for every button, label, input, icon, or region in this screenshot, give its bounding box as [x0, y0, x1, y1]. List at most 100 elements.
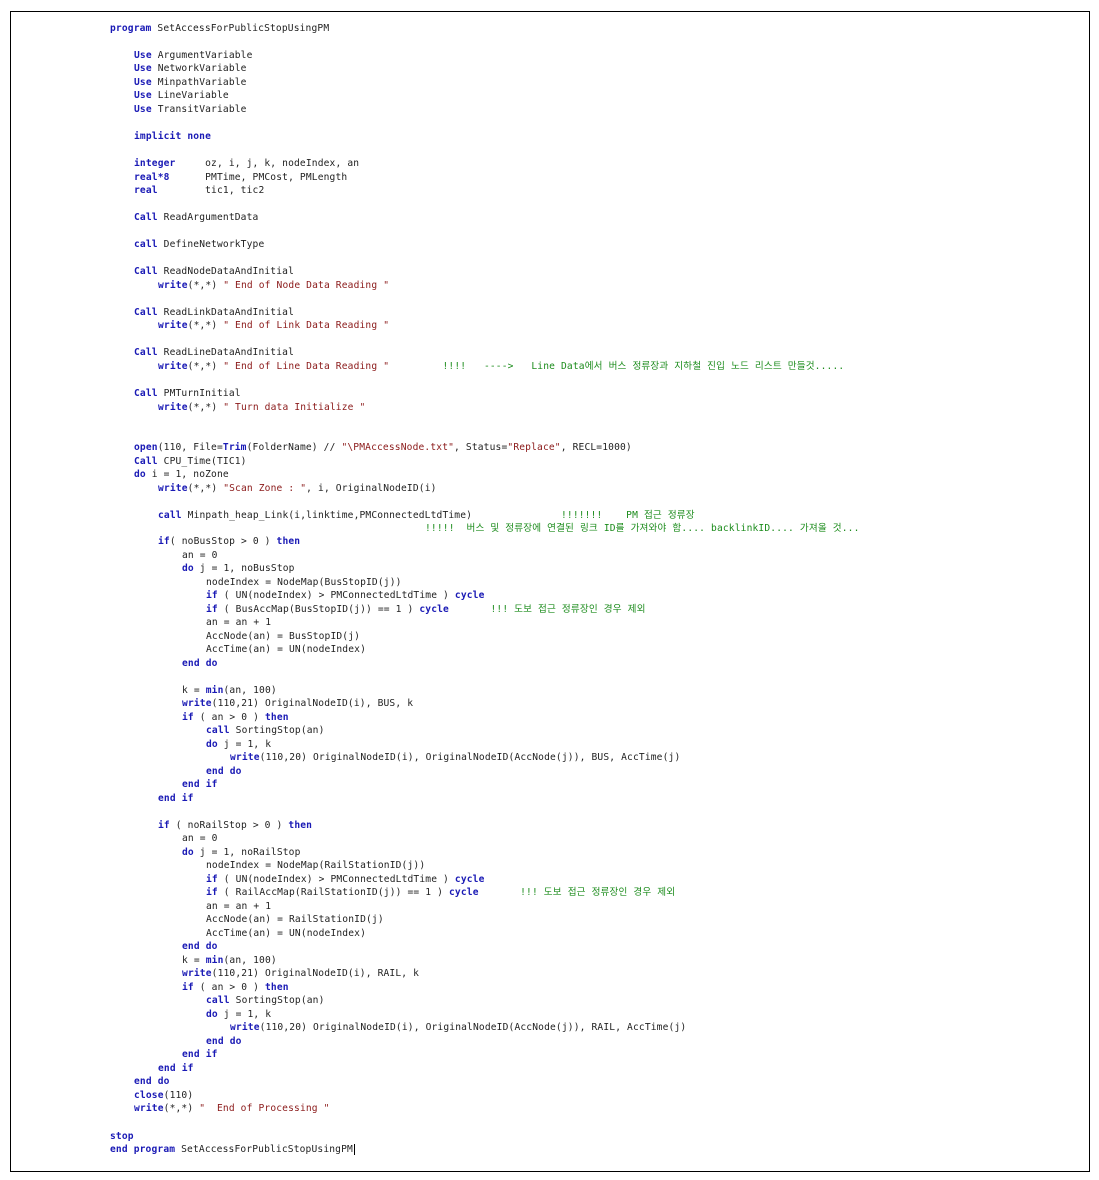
- code-line: write(110,21) OriginalNodeID(i), BUS, k: [182, 697, 413, 710]
- code-text: SetAccessForPublicStopUsingPM: [175, 1144, 353, 1155]
- code-line: Use MinpathVariable: [134, 76, 247, 89]
- code-line: if ( BusAccMap(BusStopID(j)) == 1 ) cycl…: [206, 603, 646, 616]
- code-text: (FolderName) //: [246, 442, 342, 453]
- code-keyword: if: [206, 590, 218, 601]
- code-text: k =: [182, 685, 206, 696]
- code-line: real tic1, tic2: [134, 184, 264, 197]
- code-keyword: Use: [134, 50, 152, 61]
- code-text: j = 1, noBusStop: [193, 563, 295, 574]
- code-text: ( noRailStop > 0 ): [169, 820, 289, 831]
- code-string: "\PMAccessNode.txt": [341, 442, 455, 453]
- code-text: , Status=: [454, 442, 508, 453]
- code-line: end do: [206, 1035, 242, 1048]
- code-line: AccTime(an) = UN(nodeIndex): [206, 927, 366, 940]
- code-line: end do: [206, 765, 242, 778]
- code-keyword: then: [264, 982, 289, 993]
- code-line: Call CPU_Time(TIC1): [134, 455, 247, 468]
- code-text: j = 1, k: [217, 1009, 272, 1020]
- code-text: (*,*): [163, 1103, 200, 1114]
- code-keyword: program: [110, 23, 152, 34]
- code-text: PMTurnInitial: [157, 388, 241, 399]
- code-text: (110,21) OriginalNodeID(i), RAIL, k: [211, 968, 420, 979]
- code-keyword: write: [230, 752, 260, 763]
- code-keyword: end program: [110, 1144, 176, 1155]
- code-line: an = an + 1: [206, 616, 271, 629]
- code-line: write(110,21) OriginalNodeID(i), RAIL, k: [182, 967, 419, 980]
- code-text: PMTime, PMCost, PMLength: [169, 172, 348, 183]
- code-string: " End of Node Data Reading ": [223, 280, 390, 291]
- code-keyword: call: [134, 239, 158, 250]
- code-line: if ( an > 0 ) then: [182, 711, 289, 724]
- code-keyword: real: [134, 185, 158, 196]
- code-keyword: Trim: [222, 442, 247, 453]
- code-keyword: Use: [134, 104, 152, 115]
- code-line: call SortingStop(an): [206, 994, 325, 1007]
- code-line: end if: [158, 792, 194, 805]
- code-keyword: write: [158, 361, 188, 372]
- code-keyword: call: [206, 725, 230, 736]
- code-text: an = 0: [182, 833, 218, 844]
- code-text: ( UN(nodeIndex) > PMConnectedLtdTime ): [217, 590, 455, 601]
- code-line: an = an + 1: [206, 900, 271, 913]
- code-string: "Replace": [507, 442, 561, 453]
- code-document-frame: program SetAccessForPublicStopUsingPM Use…: [10, 11, 1090, 1172]
- code-comment: !!! 도보 접근 정류장인 경우 제외: [478, 887, 676, 898]
- code-line: end program SetAccessForPublicStopUsingP…: [110, 1143, 355, 1156]
- code-keyword: if: [158, 536, 170, 547]
- code-keyword: if: [206, 887, 218, 898]
- code-keyword: min: [205, 955, 224, 966]
- code-text: SortingStop(an): [229, 995, 325, 1006]
- code-text: ReadArgumentData: [157, 212, 259, 223]
- code-text: i = 1, noZone: [145, 469, 229, 480]
- code-string: " End of Link Data Reading ": [223, 320, 390, 331]
- code-line: write(110,20) OriginalNodeID(i), Origina…: [230, 751, 680, 764]
- code-line: do i = 1, noZone: [134, 468, 229, 481]
- code-keyword: cycle: [448, 887, 479, 898]
- code-keyword: end do: [206, 766, 242, 777]
- code-text: (an, 100): [223, 955, 277, 966]
- code-keyword: if: [182, 712, 194, 723]
- code-line: call DefineNetworkType: [134, 238, 264, 251]
- code-keyword: Call: [134, 212, 158, 223]
- code-text: MinpathVariable: [151, 77, 247, 88]
- code-line: write(*,*) " End of Node Data Reading ": [158, 279, 389, 292]
- code-keyword: then: [288, 820, 313, 831]
- code-text: oz, i, j, k, nodeIndex, an: [175, 158, 360, 169]
- code-text: AccNode(an) = BusStopID(j): [206, 631, 361, 642]
- code-line: stop: [110, 1130, 134, 1143]
- code-text: (*,*): [187, 320, 224, 331]
- code-line: do j = 1, k: [206, 1008, 271, 1021]
- code-editor[interactable]: program SetAccessForPublicStopUsingPM Use…: [11, 12, 1089, 1171]
- code-comment: !!!!! 버스 및 정류장에 연결된 링크 ID를 가져와야 함.... ba…: [425, 523, 860, 534]
- code-text: k =: [182, 955, 206, 966]
- code-line: write(110,20) OriginalNodeID(i), Origina…: [230, 1021, 686, 1034]
- code-line: AccTime(an) = UN(nodeIndex): [206, 643, 366, 656]
- code-text: ( UN(nodeIndex) > PMConnectedLtdTime ): [217, 874, 455, 885]
- code-line: do j = 1, k: [206, 738, 271, 751]
- code-line: an = 0: [182, 549, 218, 562]
- code-string: " End of Line Data Reading ": [223, 361, 390, 372]
- code-text: ( an > 0 ): [193, 712, 265, 723]
- code-text: (110): [163, 1090, 194, 1101]
- code-line: do j = 1, noBusStop: [182, 562, 295, 575]
- code-keyword: write: [158, 280, 188, 291]
- text-cursor: [353, 1143, 355, 1155]
- code-keyword: Call: [134, 388, 158, 399]
- code-text: an = an + 1: [206, 617, 272, 628]
- code-keyword: Call: [134, 347, 158, 358]
- code-text: (110,21) OriginalNodeID(i), BUS, k: [211, 698, 414, 709]
- code-text: nodeIndex = NodeMap(RailStationID(j)): [206, 860, 426, 871]
- code-keyword: do: [182, 563, 194, 574]
- code-line: AccNode(an) = RailStationID(j): [206, 913, 384, 926]
- code-keyword: then: [276, 536, 301, 547]
- code-line: Use LineVariable: [134, 89, 229, 102]
- code-line: integer oz, i, j, k, nodeIndex, an: [134, 157, 359, 170]
- code-line: Call ReadNodeDataAndInitial: [134, 265, 294, 278]
- code-keyword: if: [206, 604, 218, 615]
- code-keyword: do: [182, 847, 194, 858]
- code-text: ReadLinkDataAndInitial: [157, 307, 295, 318]
- code-text: (*,*): [187, 483, 224, 494]
- code-line: real*8 PMTime, PMCost, PMLength: [134, 171, 347, 184]
- code-line: !!!!! 버스 및 정류장에 연결된 링크 ID를 가져와야 함.... ba…: [425, 522, 860, 535]
- code-comment: !!! 도보 접근 정류장인 경우 제외: [448, 604, 646, 615]
